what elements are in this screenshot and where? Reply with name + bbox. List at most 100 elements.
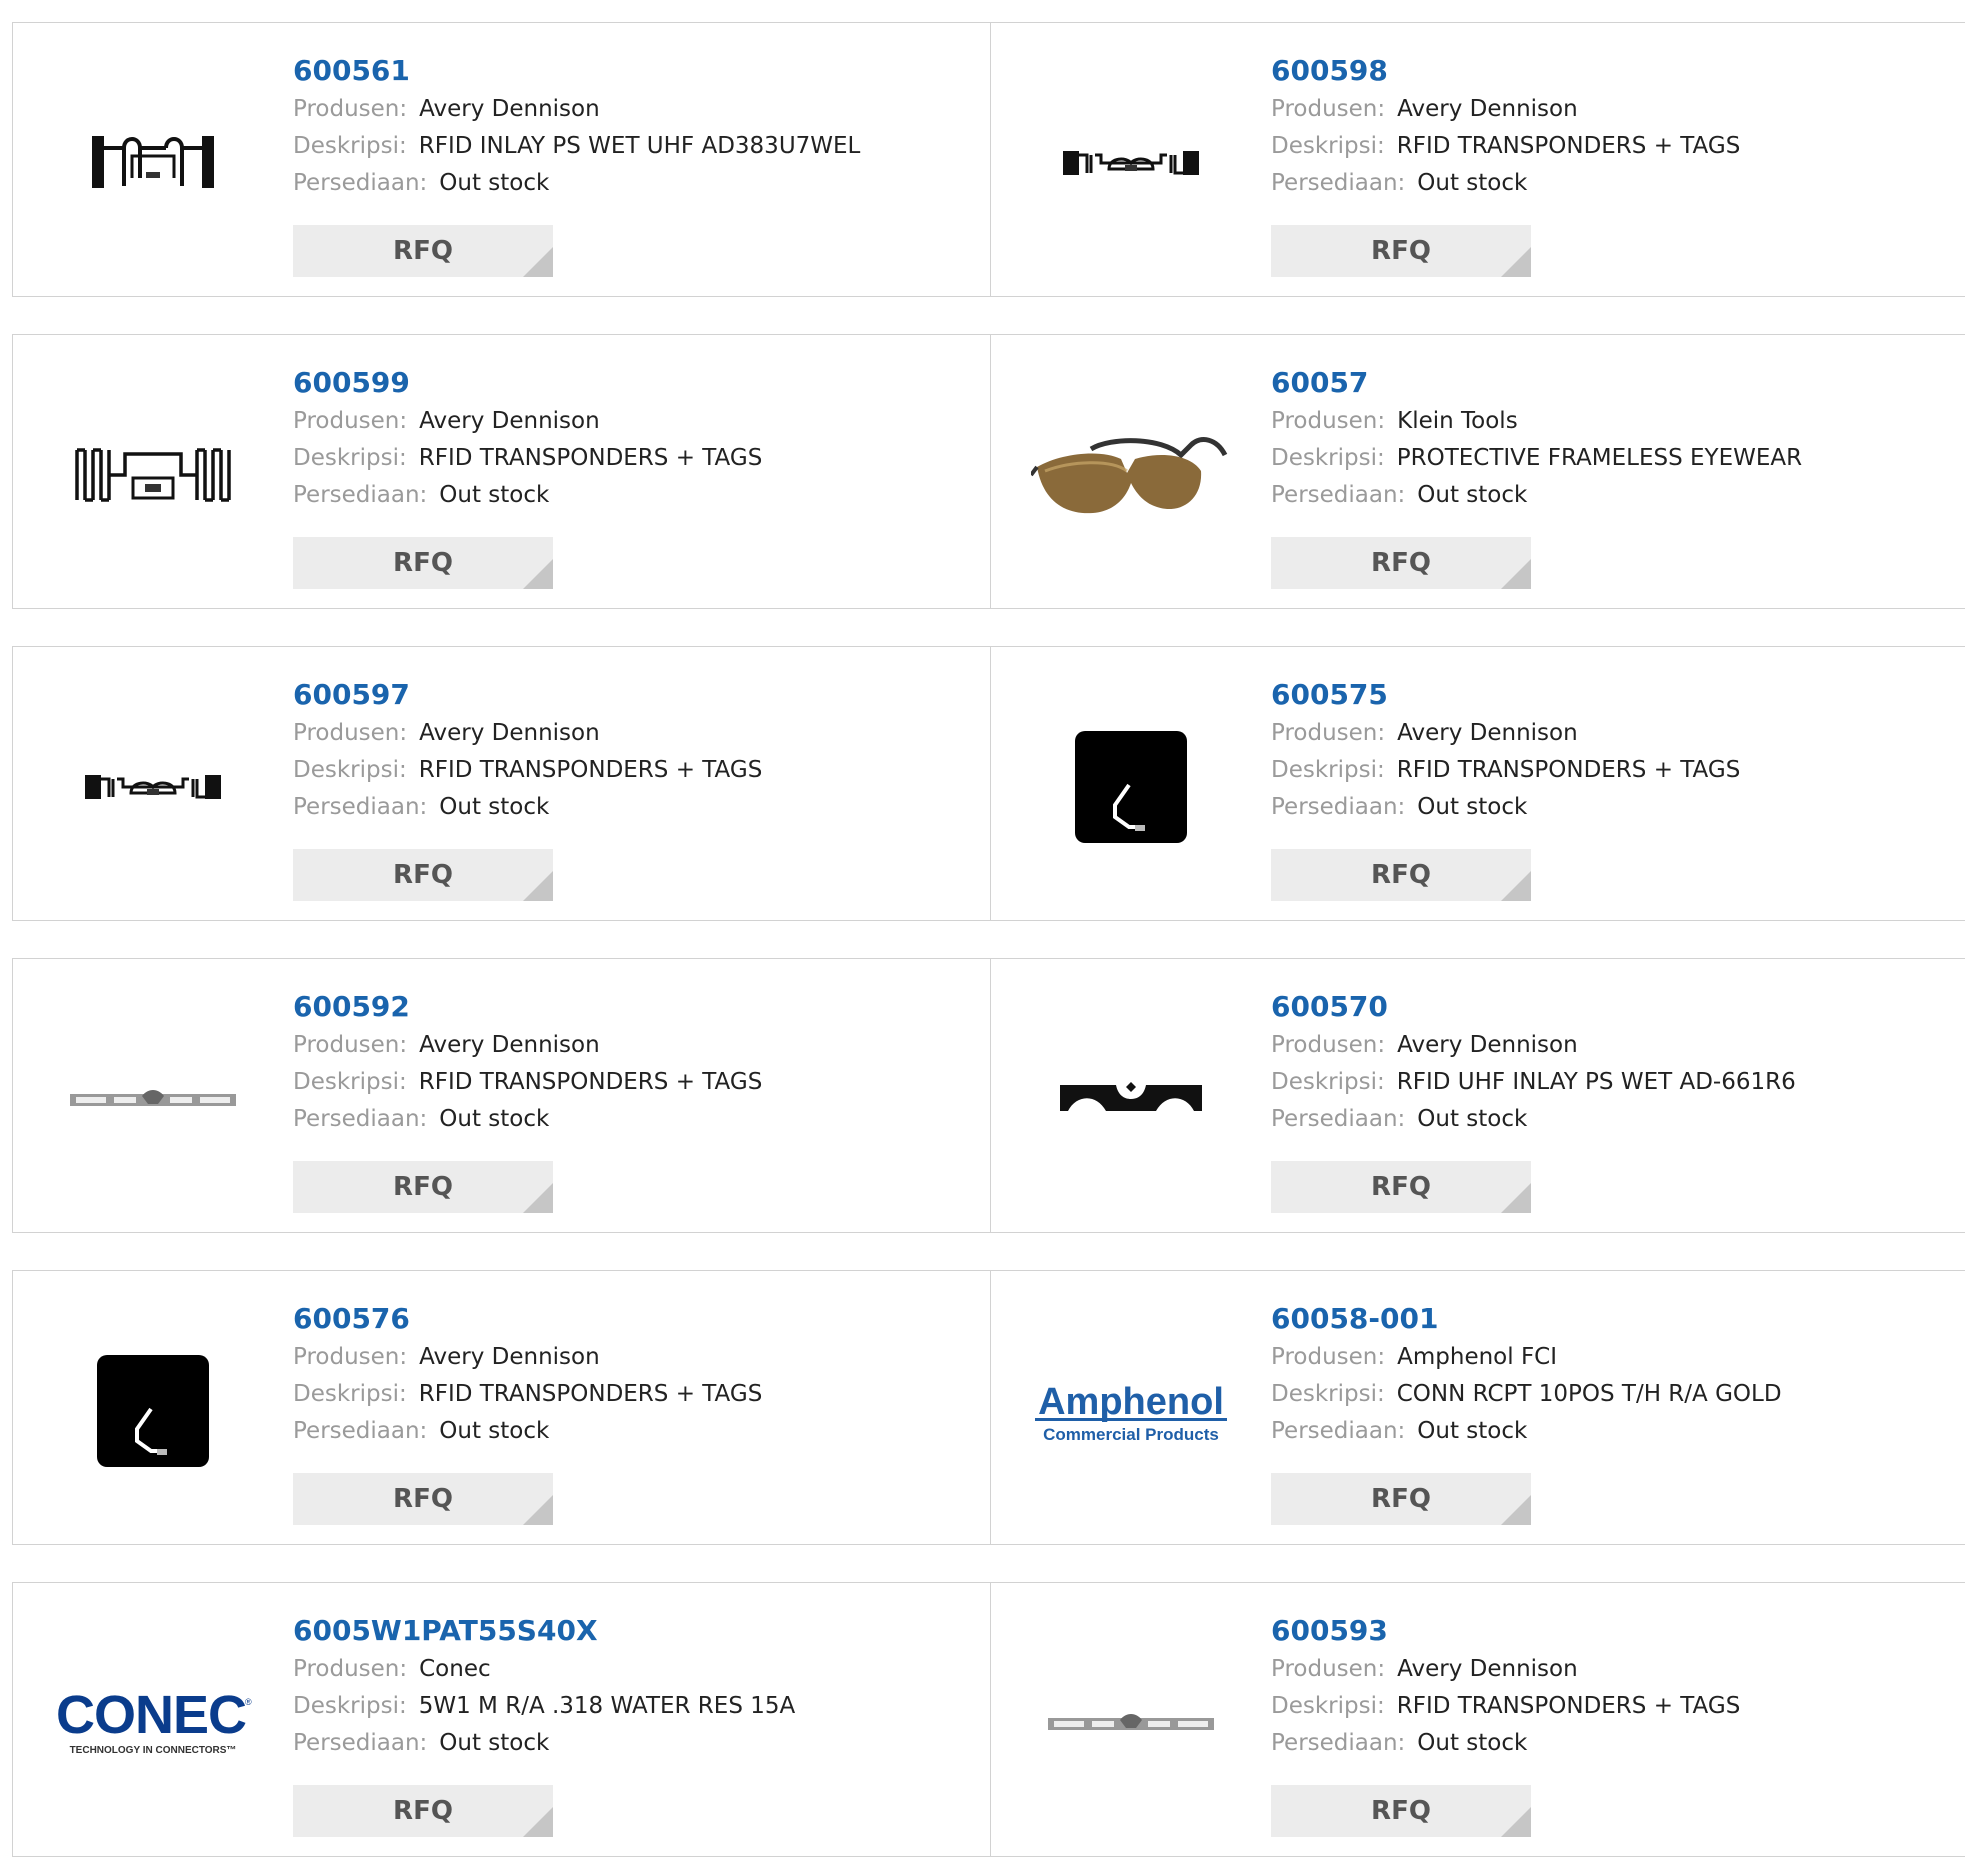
rfq-button-label: RFQ [393,1796,453,1826]
manufacturer-row: Produsen: Avery Dennison [1271,91,1965,128]
corner-fold-icon [523,1495,553,1525]
stock-value: Out stock [439,482,550,508]
product-info: 600599 Produsen: Avery Dennison Deskripsi… [293,363,980,514]
product-card: CONEC TECHNOLOGY IN CONNECTORS™ ® 6005W1… [12,1582,991,1857]
description-label: Deskripsi: [293,445,407,471]
rfid-arch-inlay-icon[interactable] [1031,999,1231,1199]
description-value: RFID TRANSPONDERS + TAGS [418,445,763,471]
stock-row: Persediaan: Out stock [1271,165,1965,202]
description-row: Deskripsi: RFID TRANSPONDERS + TAGS [293,440,980,477]
part-number-link[interactable]: 600598 [1271,51,1965,91]
stock-label: Persediaan: [1271,1106,1406,1132]
rfid-thin-strip-icon[interactable] [1031,1623,1231,1823]
stock-row: Persediaan: Out stock [293,165,980,202]
description-label: Deskripsi: [293,133,407,159]
rfid-zigzag-antenna-icon[interactable] [53,375,253,575]
stock-value: Out stock [1417,482,1528,508]
description-row: Deskripsi: RFID TRANSPONDERS + TAGS [1271,1688,1965,1725]
manufacturer-label: Produsen: [293,408,408,434]
part-number-link[interactable]: 600575 [1271,675,1965,715]
rfq-button[interactable]: RFQ [1271,1785,1531,1837]
product-card: 600593 Produsen: Avery Dennison Deskripsi… [990,1582,1965,1857]
rfq-button[interactable]: RFQ [293,849,553,901]
svg-text:TECHNOLOGY IN CONNECTORS™: TECHNOLOGY IN CONNECTORS™ [70,1745,237,1756]
part-number-link[interactable]: 600597 [293,675,980,715]
part-number-link[interactable]: 600570 [1271,987,1965,1027]
manufacturer-row: Produsen: Avery Dennison [293,715,980,752]
stock-value: Out stock [1417,794,1528,820]
rfq-button[interactable]: RFQ [293,1473,553,1525]
manufacturer-label: Produsen: [1271,720,1386,746]
conec-logo[interactable]: CONEC TECHNOLOGY IN CONNECTORS™ ® [53,1623,253,1823]
rfid-inlay-antenna-icon[interactable] [53,63,253,263]
svg-text:®: ® [245,1697,252,1707]
rfid-square-tag-icon[interactable] [1031,687,1231,887]
rfq-button[interactable]: RFQ [293,225,553,277]
rfq-button[interactable]: RFQ [1271,225,1531,277]
manufacturer-row: Produsen: Avery Dennison [293,91,980,128]
stock-label: Persediaan: [293,482,428,508]
stock-label: Persediaan: [1271,1730,1406,1756]
rfq-button[interactable]: RFQ [293,537,553,589]
stock-row: Persediaan: Out stock [293,1101,980,1138]
stock-value: Out stock [439,794,550,820]
stock-value: Out stock [439,1106,550,1132]
stock-row: Persediaan: Out stock [1271,1101,1965,1138]
rfq-button[interactable]: RFQ [1271,1161,1531,1213]
manufacturer-value: Avery Dennison [419,1032,600,1058]
part-number-link[interactable]: 600592 [293,987,980,1027]
description-row: Deskripsi: RFID TRANSPONDERS + TAGS [293,1064,980,1101]
manufacturer-value: Klein Tools [1397,408,1518,434]
manufacturer-value: Amphenol FCI [1397,1344,1558,1370]
rfq-button-label: RFQ [393,1172,453,1202]
manufacturer-label: Produsen: [1271,1656,1386,1682]
stock-row: Persediaan: Out stock [293,1413,980,1450]
corner-fold-icon [1501,559,1531,589]
product-card: 600570 Produsen: Avery Dennison Deskripsi… [990,958,1965,1233]
part-number-link[interactable]: 60057 [1271,363,1965,403]
rfid-square-tag-icon[interactable] [53,1311,253,1511]
manufacturer-value: Avery Dennison [1397,1032,1578,1058]
part-number-link[interactable]: 600599 [293,363,980,403]
product-card: 600597 Produsen: Avery Dennison Deskripsi… [12,646,991,921]
product-info: 600592 Produsen: Avery Dennison Deskripsi… [293,987,980,1138]
amphenol-logo[interactable]: Amphenol Commercial Products [1031,1311,1231,1511]
product-info: 60057 Produsen: Klein Tools Deskripsi: PRO… [1271,363,1965,514]
rfid-strip-antenna-icon[interactable] [1031,63,1231,263]
rfq-button[interactable]: RFQ [1271,537,1531,589]
manufacturer-label: Produsen: [1271,408,1386,434]
safety-glasses-icon[interactable] [1031,375,1231,575]
part-number-link[interactable]: 600576 [293,1299,980,1339]
part-number-link[interactable]: 60058-001 [1271,1299,1965,1339]
description-label: Deskripsi: [293,1693,407,1719]
rfq-button[interactable]: RFQ [293,1785,553,1837]
stock-value: Out stock [1417,1418,1528,1444]
stock-label: Persediaan: [1271,170,1406,196]
corner-fold-icon [523,871,553,901]
stock-label: Persediaan: [1271,482,1406,508]
manufacturer-label: Produsen: [293,96,408,122]
part-number-link[interactable]: 6005W1PAT55S40X [293,1611,980,1651]
manufacturer-value: Avery Dennison [1397,96,1578,122]
part-number-link[interactable]: 600561 [293,51,980,91]
corner-fold-icon [523,559,553,589]
corner-fold-icon [1501,1807,1531,1837]
rfq-button-label: RFQ [393,1484,453,1514]
rfq-button[interactable]: RFQ [293,1161,553,1213]
description-label: Deskripsi: [1271,133,1385,159]
rfq-button[interactable]: RFQ [1271,849,1531,901]
rfq-button[interactable]: RFQ [1271,1473,1531,1525]
manufacturer-row: Produsen: Conec [293,1651,980,1688]
manufacturer-row: Produsen: Klein Tools [1271,403,1965,440]
stock-value: Out stock [1417,1106,1528,1132]
description-row: Deskripsi: RFID TRANSPONDERS + TAGS [1271,752,1965,789]
product-info: 600576 Produsen: Avery Dennison Deskripsi… [293,1299,980,1450]
description-label: Deskripsi: [1271,757,1385,783]
description-value: CONN RCPT 10POS T/H R/A GOLD [1396,1381,1782,1407]
stock-row: Persediaan: Out stock [293,1725,980,1762]
rfid-strip-antenna-icon[interactable] [53,687,253,887]
description-value: RFID TRANSPONDERS + TAGS [418,1381,763,1407]
description-label: Deskripsi: [1271,445,1385,471]
rfid-thin-strip-icon[interactable] [53,999,253,1199]
part-number-link[interactable]: 600593 [1271,1611,1965,1651]
